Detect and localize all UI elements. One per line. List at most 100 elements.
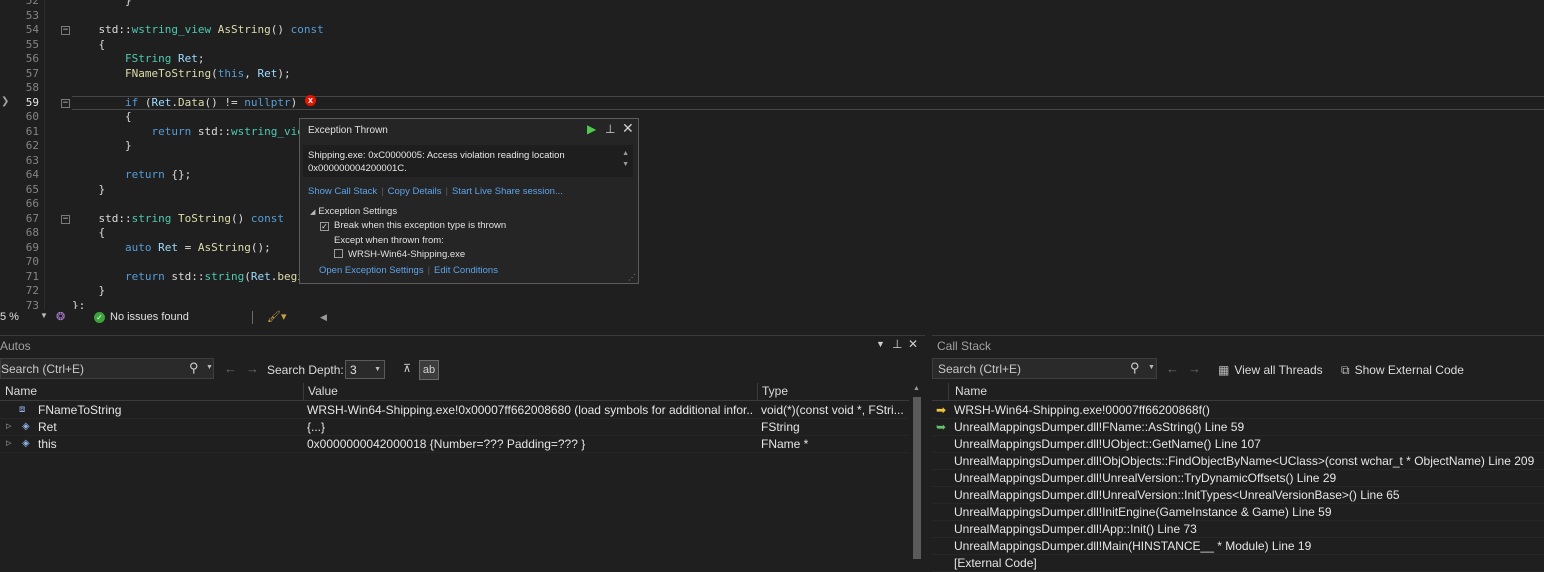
code-line[interactable]: 63 — [0, 154, 1544, 169]
autos-row[interactable]: ▷ ◈ this 0x0000000042000018 {Number=??? Pad… — [0, 436, 909, 453]
code-line[interactable]: 64 return {}; — [0, 168, 1544, 183]
call-stack-frame[interactable]: UnrealMappingsDumper.dll!App::Init() Lin… — [932, 521, 1544, 538]
column-type[interactable]: Type — [762, 384, 788, 398]
exception-popup: Exception Thrown ▶ ⊥ ✕ Shipping.exe: 0xC… — [299, 118, 639, 284]
pin-icon[interactable]: ⊥ — [605, 122, 615, 136]
call-stack-frame[interactable]: UnrealMappingsDumper.dll!UObject::GetNam… — [932, 436, 1544, 453]
code-line[interactable]: 73}; — [0, 299, 1544, 310]
fold-icon[interactable]: − — [61, 98, 70, 108]
code-line[interactable]: 70 — [0, 255, 1544, 270]
code-line[interactable]: 68 { — [0, 226, 1544, 241]
call-stack-frame[interactable]: ➡ WRSH-Win64-Shipping.exe!00007ff66200868… — [932, 402, 1544, 419]
search-depth-select[interactable]: 3 ▼ — [345, 360, 385, 379]
call-stack-frame[interactable]: UnrealMappingsDumper.dll!InitEngine(Game… — [932, 504, 1544, 521]
issues-status[interactable]: No issues found — [110, 311, 189, 323]
code-line[interactable]: 53 — [0, 9, 1544, 24]
code-editor[interactable]: 52 } 53 54− std::wstring_view AsString() c… — [0, 0, 1544, 309]
code-line[interactable]: 71 return std::string(Ret.begi — [0, 270, 1544, 285]
line-number: 55 — [25, 37, 39, 51]
code-line[interactable]: 69 auto Ret = AsString(); — [0, 241, 1544, 256]
column-divider[interactable] — [303, 383, 304, 401]
show-call-stack-link[interactable]: Show Call Stack — [308, 186, 377, 197]
autos-row[interactable]: ⧈ FNameToString WRSH-Win64-Shipping.exe!0x… — [0, 402, 909, 419]
check-icon: ✓ — [94, 312, 105, 323]
show-external-code-button[interactable]: ⧉ Show External Code — [1341, 363, 1464, 378]
column-value[interactable]: Value — [308, 384, 338, 398]
panel-menu-icon[interactable]: ▼ — [876, 339, 885, 349]
variable-icon: ◈ — [22, 438, 30, 449]
chevron-down-icon[interactable]: ▼ — [206, 364, 213, 371]
search-forward-icon[interactable]: → — [1188, 361, 1201, 376]
search-icon[interactable]: ⚲ — [1130, 360, 1140, 376]
expand-icon[interactable]: ▷ — [6, 439, 11, 447]
break-when-thrown-checkbox[interactable]: ✓ — [320, 222, 329, 231]
variable-icon: ◈ — [22, 421, 30, 432]
autos-cell-value: 0x0000000042000018 {Number=??? Padding=?… — [307, 437, 586, 451]
break-when-thrown-row[interactable]: ✓ Break when this exception type is throw… — [320, 220, 506, 231]
code-line[interactable]: 52 } — [0, 0, 1544, 9]
scroll-left-icon[interactable]: ◀ — [320, 312, 327, 323]
code-line[interactable]: 55 { — [0, 38, 1544, 53]
fold-icon[interactable]: − — [61, 214, 70, 224]
search-back-icon[interactable]: ← — [1166, 361, 1179, 376]
close-icon[interactable]: ✕ — [622, 120, 634, 137]
line-number: 58 — [25, 81, 39, 94]
call-stack-frame[interactable]: UnrealMappingsDumper.dll!UnrealVersion::… — [932, 487, 1544, 504]
column-name[interactable]: Name — [5, 384, 37, 398]
view-all-threads-button[interactable]: ▦ View all Threads — [1218, 363, 1323, 377]
column-divider[interactable] — [757, 383, 758, 401]
autos-search-input[interactable]: Search (Ctrl+E) ⚲ ▼ — [0, 358, 214, 379]
call-stack-frame[interactable]: UnrealMappingsDumper.dll!UnrealVersion::… — [932, 470, 1544, 487]
resize-grip-icon[interactable]: ⋰ — [628, 273, 636, 282]
code-line[interactable]: 56 FString Ret; — [0, 52, 1544, 67]
code-line[interactable]: 66 — [0, 197, 1544, 212]
code-line[interactable]: 72 } — [0, 284, 1544, 299]
code-line[interactable]: 67 − std::string ToString() const — [0, 212, 1544, 227]
call-stack-frame[interactable]: [External Code] — [932, 555, 1544, 572]
view-hex-icon[interactable]: ab — [419, 360, 439, 380]
view-all-threads-label: View all Threads — [1234, 363, 1323, 377]
message-scroll-icon[interactable]: ▲ ▼ — [622, 148, 629, 170]
code-line[interactable]: 58 — [0, 81, 1544, 96]
live-share-link[interactable]: Start Live Share session... — [452, 186, 563, 197]
zoom-dropdown[interactable]: 5 % ▼ — [0, 311, 50, 325]
code-line[interactable]: 61 return std::wstring_vie — [0, 125, 1544, 140]
code-cleanup-icon[interactable]: 🖌▾ — [267, 310, 287, 323]
code-line[interactable]: 57 FNameToString(this, Ret); — [0, 67, 1544, 82]
column-name[interactable]: Name — [955, 384, 987, 398]
continue-icon[interactable]: ▶ — [587, 122, 596, 136]
search-back-icon[interactable]: ← — [224, 361, 237, 376]
exception-error-icon[interactable]: x — [305, 95, 316, 106]
search-icon[interactable]: ⚲ — [189, 360, 199, 376]
autos-scrollbar[interactable]: ▲ — [909, 383, 925, 570]
search-forward-icon[interactable]: → — [246, 361, 259, 376]
module-checkbox[interactable] — [334, 249, 343, 258]
link-separator: | — [427, 265, 431, 276]
close-icon[interactable]: ✕ — [908, 337, 918, 351]
chevron-down-icon[interactable]: ▼ — [1148, 364, 1155, 371]
scroll-up-icon[interactable]: ▲ — [913, 385, 920, 392]
code-line[interactable]: 65 } — [0, 183, 1544, 198]
copy-details-link[interactable]: Copy Details — [388, 186, 442, 197]
code-text: std::string ToString() const — [72, 211, 284, 225]
column-divider[interactable] — [948, 383, 949, 401]
code-line[interactable]: 60 { — [0, 110, 1544, 125]
autos-row[interactable]: ▷ ◈ Ret {...} FString — [0, 419, 909, 436]
code-line[interactable]: 59− if (Ret.Data() != nullptr) — [0, 95, 1544, 111]
pin-icon[interactable]: ⊥ — [892, 337, 902, 351]
call-stack-frame[interactable]: ➥ UnrealMappingsDumper.dll!FName::AsStrin… — [932, 419, 1544, 436]
fold-icon[interactable]: − — [61, 26, 70, 35]
code-line[interactable]: 54 − std::wstring_view AsString() const — [0, 23, 1544, 38]
call-stack-frame[interactable]: UnrealMappingsDumper.dll!Main(HINSTANCE_… — [932, 538, 1544, 555]
code-line[interactable]: 62 } — [0, 139, 1544, 154]
exception-settings-header[interactable]: ◢ Exception Settings — [310, 206, 397, 217]
edit-conditions-link[interactable]: Edit Conditions — [434, 265, 498, 276]
expand-icon[interactable]: ▷ — [6, 422, 11, 430]
copilot-icon[interactable]: ❂ — [56, 310, 65, 323]
pin-watch-icon[interactable]: ⊼ — [397, 360, 417, 380]
module-row[interactable]: WRSH-Win64-Shipping.exe — [334, 249, 465, 260]
scroll-thumb[interactable] — [913, 397, 921, 559]
open-exception-settings-link[interactable]: Open Exception Settings — [319, 265, 424, 276]
call-stack-frame[interactable]: UnrealMappingsDumper.dll!ObjObjects::Fin… — [932, 453, 1544, 470]
call-stack-search-input[interactable]: Search (Ctrl+E) ⚲ ▼ — [932, 358, 1157, 379]
